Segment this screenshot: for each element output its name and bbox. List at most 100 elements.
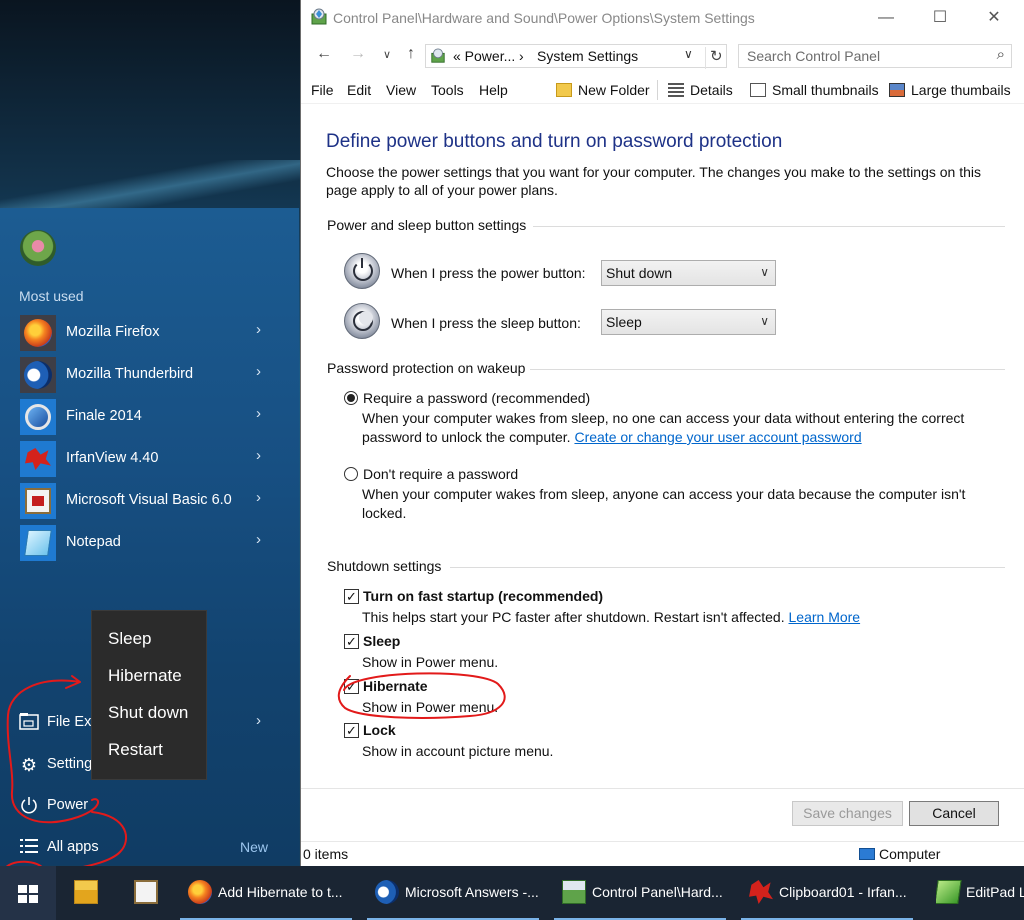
learn-more-link[interactable]: Learn More	[789, 609, 861, 625]
start-app-thunderbird[interactable]: Mozilla Thunderbird ›	[0, 353, 299, 395]
start-power[interactable]: Power	[0, 787, 299, 827]
fast-startup-checkbox[interactable]: ✓	[344, 589, 359, 604]
system-settings-content: Define power buttons and turn on passwor…	[301, 105, 1024, 785]
require-password-radio[interactable]	[344, 391, 358, 405]
sleep-option-description: Show in Power menu.	[362, 654, 499, 670]
power-label: Power	[47, 797, 89, 813]
control-panel-icon	[562, 880, 586, 904]
taskbar-label: Add Hibernate to t...	[218, 884, 343, 900]
status-location: Computer	[859, 846, 940, 862]
save-changes-button[interactable]: Save changes	[792, 801, 903, 826]
sleep-button-label: When I press the sleep button:	[391, 315, 581, 331]
sleep-button-select[interactable]: Sleep ∨	[601, 309, 776, 335]
up-button[interactable]: ↑	[401, 45, 421, 63]
chevron-down-icon: ∨	[760, 265, 769, 279]
taskbar-label: Control Panel\Hard...	[592, 884, 723, 900]
power-menu-hibernate[interactable]: Hibernate	[108, 666, 182, 686]
start-app-visual-basic[interactable]: Microsoft Visual Basic 6.0 ›	[0, 479, 299, 521]
require-password-label: Require a password (recommended)	[363, 390, 591, 406]
title-bar[interactable]: Control Panel\Hardware and Sound\Power O…	[301, 0, 1024, 36]
sleep-button-icon	[344, 303, 380, 339]
details-view-button[interactable]: Details	[668, 82, 733, 98]
taskbar-editpad[interactable]: EditPad L	[936, 874, 1024, 912]
maximize-button[interactable]: ☐	[917, 4, 963, 32]
app-label: Mozilla Thunderbird	[66, 366, 194, 382]
search-input[interactable]: Search Control Panel ⌕	[738, 44, 1012, 68]
app-label: Notepad	[66, 534, 121, 550]
search-icon[interactable]: ⌕	[997, 46, 1005, 63]
address-bar-row: ← → ∨ ↑ « Power... › System Settings ∨ ↻…	[301, 38, 1024, 72]
menu-bar: File Edit View Tools Help New Folder Det…	[301, 76, 1024, 104]
chevron-right-icon[interactable]: ›	[256, 321, 261, 338]
chevron-right-icon[interactable]: ›	[256, 531, 261, 548]
taskbar-visual-basic[interactable]	[134, 874, 164, 912]
address-box[interactable]: « Power... › System Settings ∨ ↻	[425, 44, 727, 69]
large-thumbnails-label: Large thumbails	[911, 82, 1011, 98]
start-app-finale[interactable]: Finale 2014 ›	[0, 395, 299, 437]
page-description: Choose the power settings that you want …	[326, 164, 982, 198]
user-avatar[interactable]	[20, 230, 56, 266]
details-label: Details	[690, 82, 733, 98]
start-app-notepad[interactable]: Notepad ›	[0, 521, 299, 563]
menu-help[interactable]: Help	[479, 82, 508, 98]
recent-locations-dropdown[interactable]: ∨	[377, 48, 397, 61]
group-divider	[450, 567, 1005, 568]
cancel-button[interactable]: Cancel	[909, 801, 999, 826]
new-folder-button[interactable]: New Folder	[556, 82, 650, 98]
breadcrumb-current[interactable]: System Settings	[537, 48, 638, 64]
start-button[interactable]	[0, 866, 56, 920]
taskbar-irfanview[interactable]: Clipboard01 - Irfan...	[741, 874, 919, 920]
large-thumbnails-button[interactable]: Large thumbails	[889, 82, 1011, 98]
chevron-down-icon: ∨	[760, 314, 769, 328]
taskbar-file-explorer[interactable]	[74, 874, 104, 912]
power-menu-sleep[interactable]: Sleep	[108, 629, 151, 649]
lock-checkbox[interactable]: ✓	[344, 723, 359, 738]
power-button-select[interactable]: Shut down ∨	[601, 260, 776, 286]
back-button[interactable]: ←	[314, 45, 334, 63]
close-button[interactable]: ✕	[971, 4, 1017, 32]
taskbar-firefox[interactable]: Add Hibernate to t...	[180, 874, 358, 920]
menu-tools[interactable]: Tools	[431, 82, 464, 98]
taskbar-label: Clipboard01 - Irfan...	[779, 884, 907, 900]
most-used-heading: Most used	[19, 288, 84, 304]
small-thumbnails-icon	[750, 83, 766, 97]
hibernate-checkbox[interactable]: ✓	[344, 679, 359, 694]
page-title: Define power buttons and turn on passwor…	[326, 131, 783, 152]
status-location-label: Computer	[879, 846, 941, 862]
chevron-right-icon[interactable]: ›	[256, 363, 261, 380]
menu-edit[interactable]: Edit	[347, 82, 371, 98]
breadcrumb-parent[interactable]: « Power...	[453, 48, 515, 64]
power-menu-restart[interactable]: Restart	[108, 740, 163, 760]
menu-view[interactable]: View	[386, 82, 416, 98]
irfanview-icon	[20, 441, 56, 477]
chevron-right-icon[interactable]: ›	[256, 405, 261, 422]
refresh-icon[interactable]: ↻	[705, 47, 723, 69]
taskbar-thunderbird[interactable]: Microsoft Answers -...	[367, 874, 545, 920]
small-thumbnails-button[interactable]: Small thumbnails	[750, 82, 879, 98]
new-folder-label: New Folder	[578, 82, 650, 98]
breadcrumb-separator-icon[interactable]: ›	[519, 48, 524, 64]
power-sleep-group-heading: Power and sleep button settings	[327, 217, 527, 233]
visual-basic-icon	[134, 880, 158, 904]
start-all-apps[interactable]: All apps New	[0, 829, 299, 869]
change-password-link[interactable]: Create or change your user account passw…	[574, 429, 861, 445]
start-app-firefox[interactable]: Mozilla Firefox ›	[0, 311, 299, 353]
hibernate-option-label: Hibernate	[363, 678, 428, 694]
taskbar-control-panel[interactable]: Control Panel\Hard...	[554, 874, 732, 920]
start-app-irfanview[interactable]: IrfanView 4.40 ›	[0, 437, 299, 479]
irfanview-icon	[749, 880, 773, 904]
forward-button[interactable]: →	[348, 45, 368, 63]
chevron-down-icon[interactable]: ∨	[684, 47, 693, 61]
toolbar-divider	[657, 80, 658, 100]
chevron-right-icon[interactable]: ›	[256, 712, 261, 729]
no-password-radio[interactable]	[344, 467, 358, 481]
minimize-button[interactable]: —	[863, 4, 909, 32]
power-menu-shut-down[interactable]: Shut down	[108, 703, 188, 723]
app-label: Mozilla Firefox	[66, 324, 160, 340]
chevron-right-icon[interactable]: ›	[256, 447, 261, 464]
menu-file[interactable]: File	[311, 82, 334, 98]
shutdown-group-heading: Shutdown settings	[327, 558, 442, 574]
thunderbird-icon	[375, 880, 399, 904]
chevron-right-icon[interactable]: ›	[256, 489, 261, 506]
sleep-checkbox[interactable]: ✓	[344, 634, 359, 649]
